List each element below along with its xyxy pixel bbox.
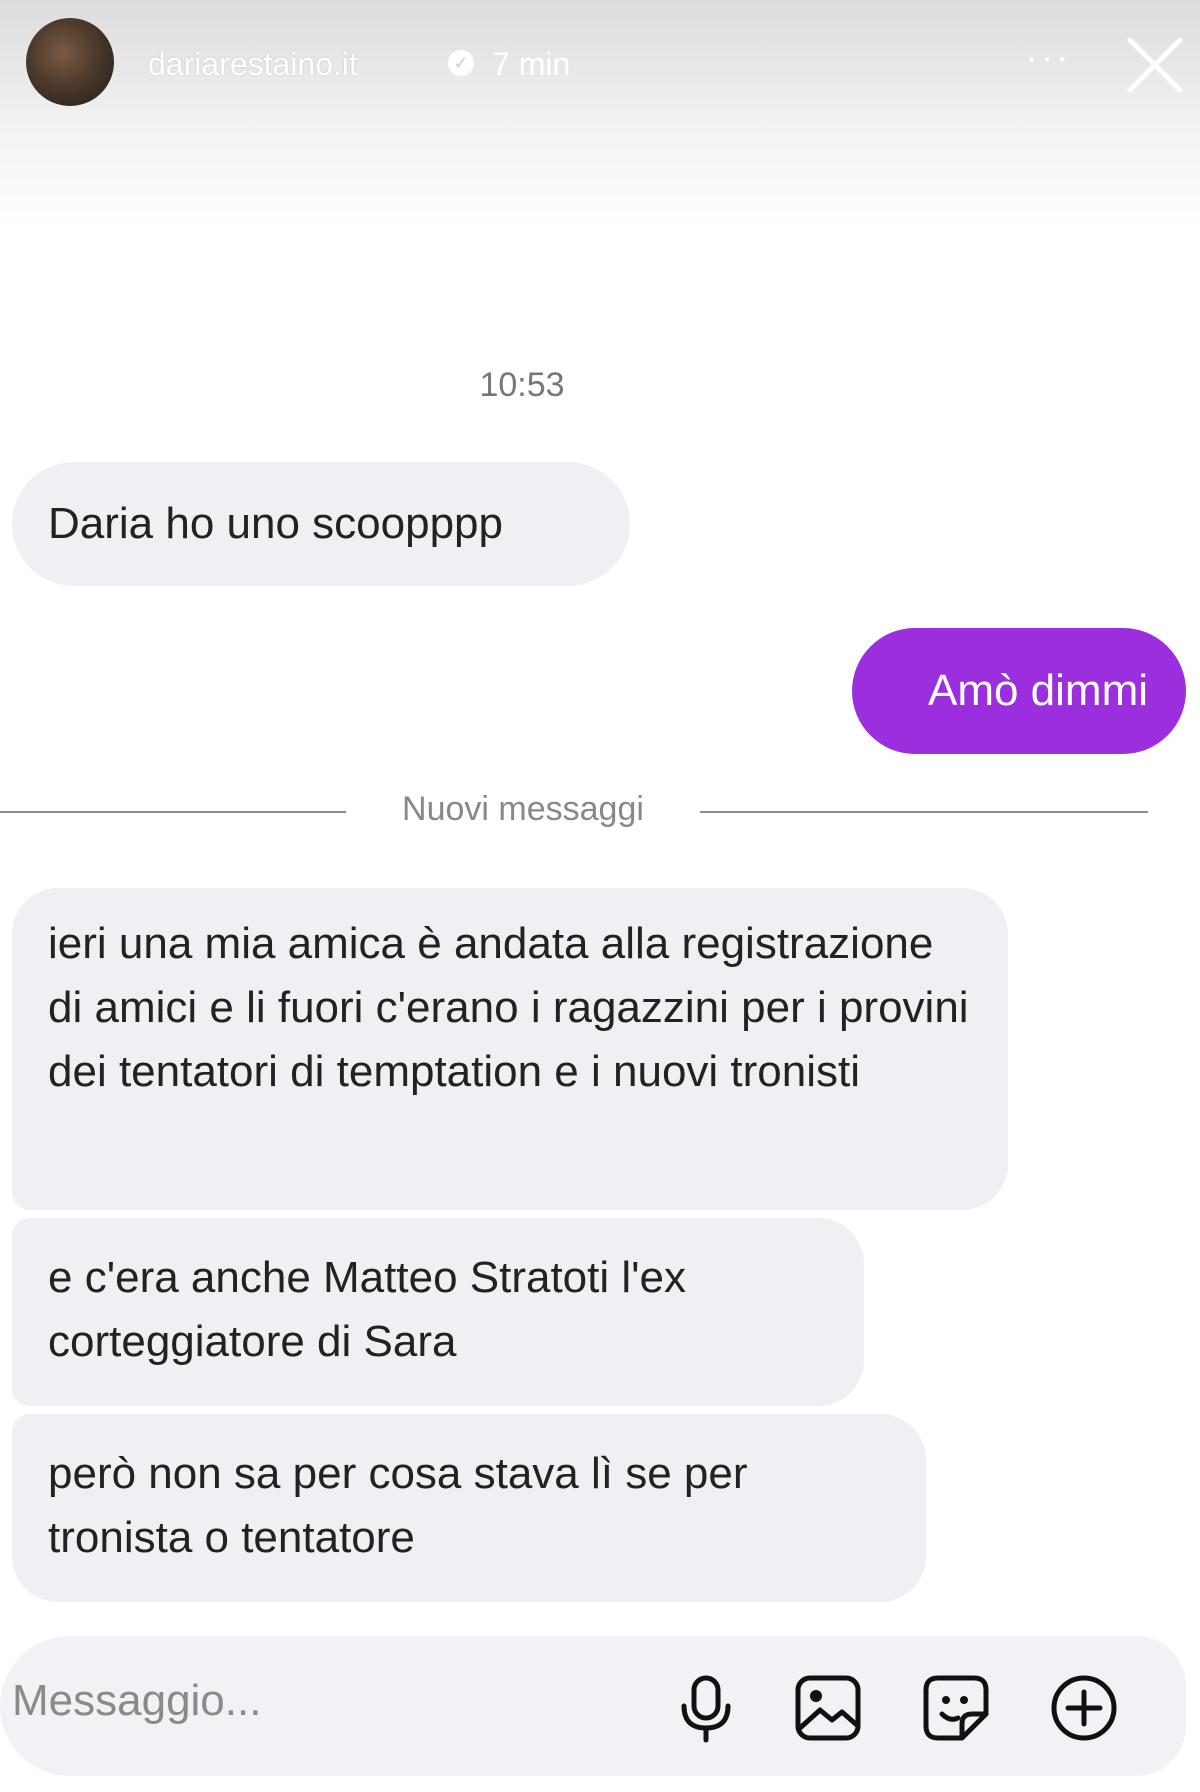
story-header: dariarestaino.it ✓ 7 min ··· [0,0,1200,140]
image-icon[interactable] [792,1672,864,1744]
verified-badge-icon: ✓ [448,50,474,76]
add-icon[interactable] [1048,1672,1120,1744]
more-options-icon[interactable]: ··· [1018,37,1078,82]
divider-line-right [700,811,1148,813]
time-ago: 7 min [492,46,571,82]
avatar[interactable] [26,18,114,106]
new-messages-divider: Nuovi messaggi [402,790,644,828]
incoming-message-bubble[interactable]: e c'era anche Matteo Stratoti l'ex corte… [12,1218,864,1406]
divider-line-left [0,811,346,813]
outgoing-message-bubble[interactable]: Amò dimmi [852,628,1186,754]
username[interactable]: dariarestaino.it [148,46,358,83]
incoming-message-bubble[interactable]: però non sa per cosa stava lì se per tro… [12,1414,926,1602]
incoming-message-bubble[interactable]: Daria ho uno scoopppp [12,462,630,586]
microphone-icon[interactable] [670,1672,742,1744]
close-icon[interactable] [1120,30,1190,100]
incoming-message-bubble[interactable]: ieri una mia amica è andata alla registr… [12,888,1008,1210]
message-timestamp: 10:53 [479,366,565,404]
message-input[interactable]: Messaggio... [12,1676,261,1726]
sticker-icon[interactable] [920,1672,992,1744]
